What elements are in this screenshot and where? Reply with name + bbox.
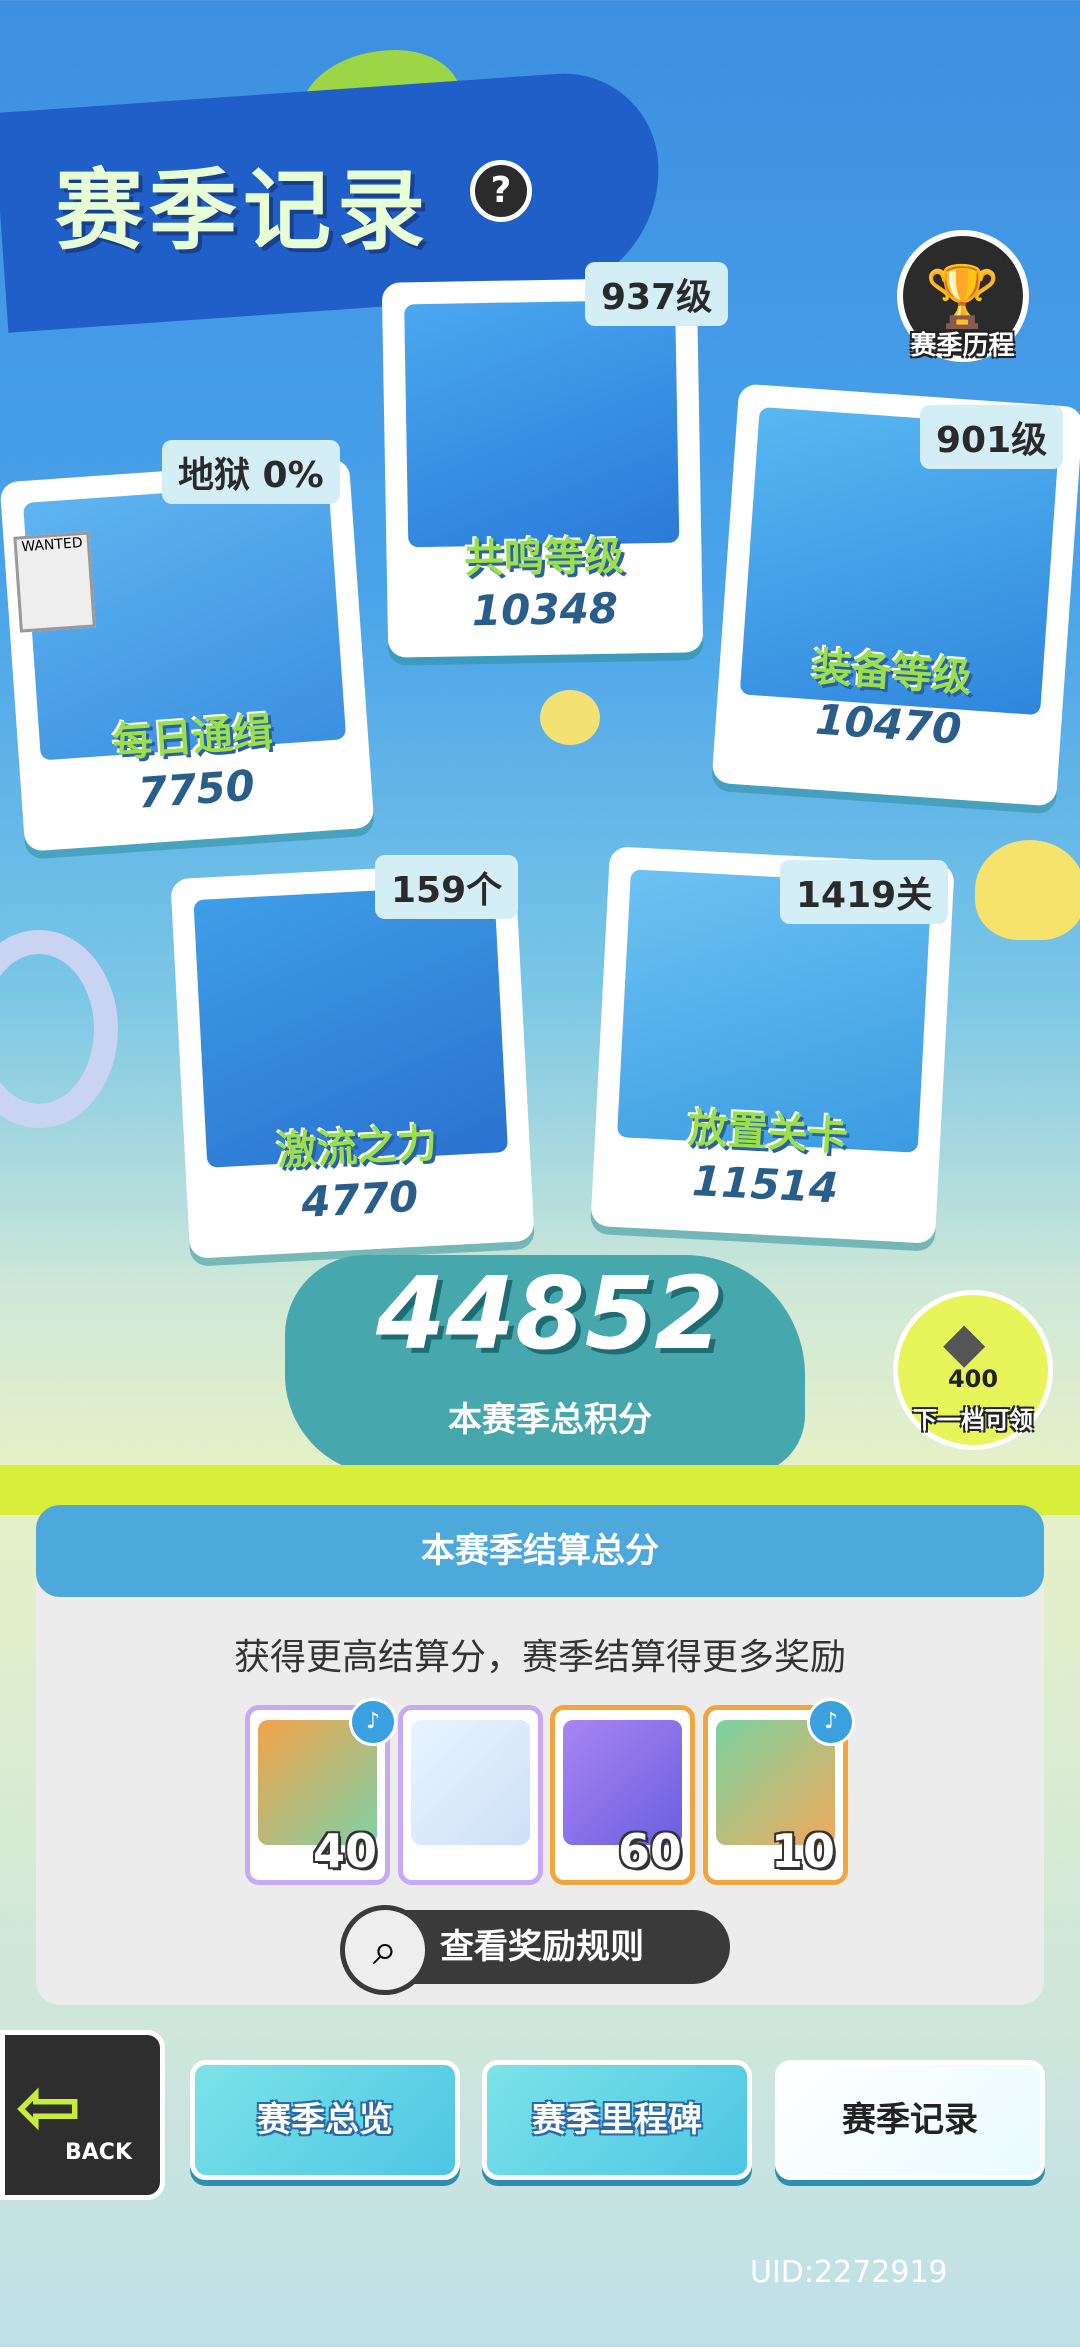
tab-season-record[interactable]: 赛季记录 [775,2060,1045,2180]
swim-ring-decor [0,930,118,1128]
music-badge-icon: ♪ [807,1698,855,1746]
view-reward-rules-label: 查看奖励规则 [440,1927,644,1967]
equipment-level-tag: 901级 [920,405,1064,469]
tab-season-overview[interactable]: 赛季总览 [190,2060,460,2180]
resonance-level-tag: 937级 [585,262,729,326]
tab-label: 赛季记录 [842,2100,978,2140]
card-value: 10348 [471,583,619,636]
reward-item-3[interactable]: 60 [550,1705,695,1885]
card-surge-power[interactable]: 激流之力 4770 [170,861,535,1259]
reward-count: 40 [312,1824,377,1878]
reward-item-1[interactable]: 40 ♪ [245,1698,397,1885]
help-icon[interactable]: ? [470,160,532,222]
user-id: UID:2272919 [750,2255,948,2290]
tab-label: 赛季总览 [257,2100,393,2140]
reward-item-4[interactable]: 10 ♪ [703,1698,855,1885]
reward-count: 10 [770,1824,835,1878]
next-reward-button[interactable]: ◆ 400 下一档可领 [893,1290,1053,1450]
tab-season-milestone[interactable]: 赛季里程碑 [482,2060,752,2180]
card-name: 共鸣等级 [463,533,625,583]
polar-bear-avatar-icon [411,1720,530,1845]
back-button[interactable]: ⇦ BACK [0,2030,165,2200]
idle-stage-tag: 1419关 [780,860,949,924]
settlement-title: 本赛季结算总分 [36,1505,1044,1597]
reward-item-2[interactable] [398,1705,543,1885]
card-resonance[interactable]: 共鸣等级 10348 [381,277,704,658]
music-badge-icon: ♪ [349,1698,397,1746]
resonance-art [404,299,680,548]
next-reward-label: 下一档可领 [913,1406,1033,1434]
view-reward-rules-button[interactable]: ⌕ 查看奖励规则 [340,1905,730,1995]
settlement-subtitle: 获得更高结算分，赛季结算得更多奖励 [233,1637,846,1678]
season-journey-button[interactable]: 🏆 赛季历程 [895,230,1030,365]
next-reward-amount: 400 [947,1365,999,1393]
back-label: BACK [65,2140,132,2165]
page-title: 赛季记录 [55,159,432,262]
surge-count-tag: 159个 [375,855,519,919]
rubber-duck-decor [975,840,1080,940]
tab-label: 赛季里程碑 [532,2100,702,2140]
rubber-duck-small-decor [540,690,600,745]
season-journey-label: 赛季历程 [910,331,1015,361]
daily-difficulty-tag: 地狱 0% [162,440,340,504]
magnifier-icon: ⌕ [340,1905,430,1995]
season-total-score: 44852 [376,1255,724,1372]
reward-count: 60 [617,1824,682,1878]
season-total-label: 本赛季总积分 [448,1400,652,1440]
wanted-poster-icon: WANTED [13,531,96,633]
card-daily-wanted[interactable]: WANTED 每日通缉 7750 [0,458,375,852]
